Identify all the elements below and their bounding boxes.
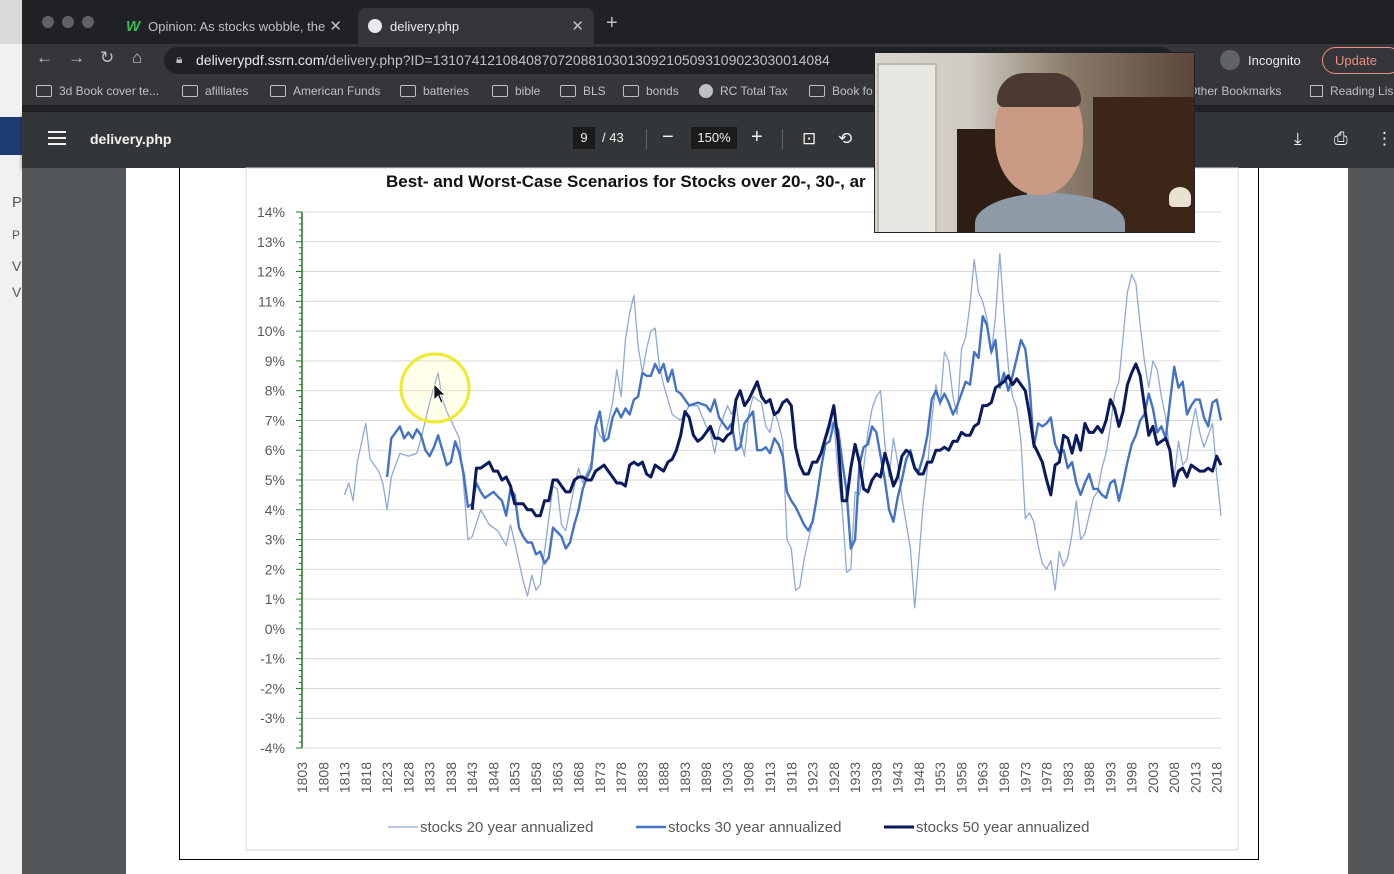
y-tick-label: -1%	[260, 651, 285, 667]
y-tick-label: 3%	[265, 532, 285, 548]
x-tick-label: 1818	[358, 762, 374, 793]
webcam-door	[877, 63, 937, 232]
x-tick-label: 1828	[400, 762, 416, 793]
y-tick-label: 9%	[265, 353, 285, 369]
x-tick-label: 1923	[805, 762, 821, 793]
y-tick-label: -3%	[260, 710, 285, 726]
x-tick-label: 1948	[911, 762, 927, 793]
y-tick-label: 7%	[265, 412, 285, 428]
x-tick-label: 1848	[485, 762, 501, 793]
x-tick-label: 1983	[1060, 762, 1076, 793]
x-tick-label: 1893	[677, 762, 693, 793]
webcam-lamp	[1169, 187, 1191, 207]
x-tick-label: 1863	[549, 762, 565, 793]
x-tick-label: 1953	[932, 762, 948, 793]
x-tick-label: 1998	[1124, 762, 1140, 793]
x-tick-label: 1858	[528, 762, 544, 793]
x-tick-label: 1813	[337, 762, 353, 793]
y-tick-label: 4%	[265, 502, 285, 518]
x-tick-label: 1908	[741, 762, 757, 793]
webcam-person-hair	[997, 73, 1081, 107]
webcam-overlay	[874, 52, 1195, 233]
x-tick-label: 1913	[762, 762, 778, 793]
x-tick-label: 1943	[890, 762, 906, 793]
y-tick-label: 11%	[258, 293, 285, 309]
x-tick-label: 1838	[443, 762, 459, 793]
x-tick-label: 1973	[1017, 762, 1033, 793]
y-tick-label: 5%	[265, 472, 285, 488]
x-tick-label: 1888	[656, 762, 672, 793]
legend-label: stocks 30 year annualized	[668, 819, 841, 836]
x-tick-label: 1918	[783, 762, 799, 793]
y-tick-label: 13%	[257, 234, 285, 250]
y-tick-label: 6%	[265, 442, 285, 458]
x-tick-label: 1883	[634, 762, 650, 793]
x-tick-label: 1988	[1081, 762, 1097, 793]
x-tick-label: 1823	[379, 762, 395, 793]
y-tick-label: 14%	[257, 204, 285, 220]
x-tick-label: 1938	[868, 762, 884, 793]
chart-title: Best- and Worst-Case Scenarios for Stock…	[386, 172, 866, 191]
x-tick-label: 1978	[1039, 762, 1055, 793]
x-tick-label: 1833	[422, 762, 438, 793]
x-tick-label: 1878	[613, 762, 629, 793]
y-tick-label: 10%	[257, 323, 285, 339]
y-tick-label: 1%	[265, 591, 285, 607]
x-tick-label: 1843	[464, 762, 480, 793]
y-tick-label: -2%	[260, 680, 285, 696]
x-tick-label: 1868	[571, 762, 587, 793]
x-tick-label: 1928	[826, 762, 842, 793]
x-tick-label: 1958	[953, 762, 969, 793]
x-tick-label: 1993	[1102, 762, 1118, 793]
y-tick-label: 8%	[265, 383, 285, 399]
x-tick-label: 2018	[1209, 762, 1225, 793]
x-tick-label: 1803	[294, 762, 310, 793]
y-tick-label: -4%	[260, 740, 285, 756]
legend-label: stocks 50 year annualized	[916, 819, 1089, 836]
x-tick-label: 1968	[996, 762, 1012, 793]
x-tick-label: 1903	[719, 762, 735, 793]
y-tick-label: 0%	[265, 621, 285, 637]
x-tick-label: 1873	[592, 762, 608, 793]
series-line-30yr	[385, 315, 1223, 565]
x-tick-label: 2003	[1145, 762, 1161, 793]
x-tick-label: 1898	[698, 762, 714, 793]
y-tick-label: 12%	[257, 264, 285, 280]
legend-label: stocks 20 year annualized	[420, 819, 593, 836]
x-tick-label: 1853	[507, 762, 523, 793]
x-tick-label: 2008	[1166, 762, 1182, 793]
x-tick-label: 1933	[847, 762, 863, 793]
x-tick-label: 1963	[975, 762, 991, 793]
y-tick-label: 2%	[265, 561, 285, 577]
x-tick-label: 1808	[315, 762, 331, 793]
x-tick-label: 2013	[1187, 762, 1203, 793]
